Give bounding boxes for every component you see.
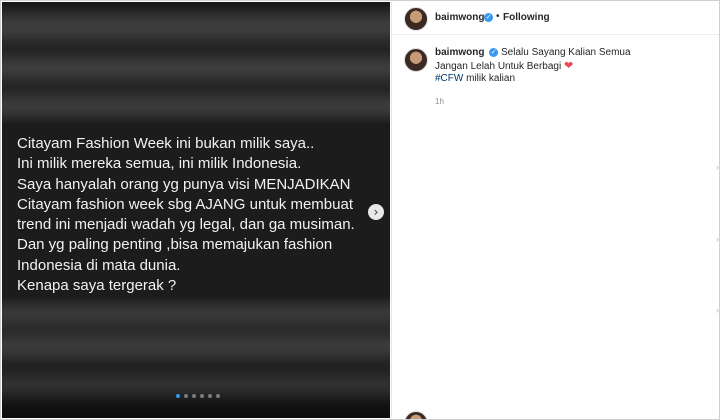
post-media[interactable]: Citayam Fashion Week ini bukan milik say… (2, 2, 390, 418)
caption-username[interactable]: baimwong (435, 47, 484, 58)
chevron-right-icon[interactable]: › (716, 162, 719, 172)
instagram-post-window: Citayam Fashion Week ini bukan milik say… (0, 0, 720, 420)
verified-badge-icon: ✓ (489, 47, 499, 57)
media-text-line: Kenapa saya tergerak ? (17, 277, 177, 295)
author-username[interactable]: baimwong (435, 12, 484, 23)
caption-line-2: Jangan Lelah Untuk Berbagi (435, 60, 562, 72)
media-text: Citayam Fashion Week ini bukan milik say… (17, 134, 387, 296)
media-text-line: Indonesia di mata dunia. (17, 256, 181, 274)
hashtag-link[interactable]: #CFW (435, 73, 463, 84)
carousel-dot (192, 394, 196, 398)
carousel-dot (208, 394, 212, 398)
blurred-area (2, 94, 390, 118)
blurred-area (2, 374, 390, 394)
next-slide-button[interactable]: › (368, 204, 384, 220)
chevron-right-icon[interactable]: › (716, 234, 719, 244)
blurred-area (2, 302, 390, 326)
media-text-line: trend ini menjadi wadah yg legal, dan ga… (17, 216, 355, 234)
blurred-area (2, 12, 390, 42)
caption-avatar[interactable] (404, 48, 428, 72)
media-text-line: Saya hanyalah orang yg punya visi MENJAD… (17, 175, 351, 193)
carousel-dot (184, 394, 188, 398)
commenter-avatar[interactable] (404, 411, 428, 419)
carousel-indicator (176, 394, 220, 398)
carousel-dot (216, 394, 220, 398)
media-text-line: Citayam Fashion Week ini bukan milik say… (17, 135, 315, 152)
media-text-line: Ini milik mereka semua, ini milik Indone… (17, 155, 302, 173)
post-sidebar: baimwong ✓ • Following baimwong ✓ Selalu… (391, 2, 719, 419)
caption-text: baimwong ✓ Selalu Sayang Kalian Semua Ja… (435, 47, 710, 86)
caption-line-3: milik kalian (463, 73, 516, 84)
blurred-area (2, 336, 390, 358)
media-text-line: Dan yg paling penting ,bisa memajukan fa… (17, 236, 333, 254)
media-text-line: Citayam fashion week sbg AJANG untuk mem… (17, 195, 353, 213)
carousel-dot (200, 394, 204, 398)
separator-dot: • (496, 11, 500, 22)
post-header: baimwong ✓ • Following (392, 2, 719, 35)
heart-icon: ❤ (563, 58, 574, 72)
chevron-right-icon[interactable]: › (716, 305, 719, 315)
post-timestamp[interactable]: 1h (435, 97, 444, 106)
carousel-dot (176, 394, 180, 398)
author-avatar[interactable] (404, 7, 428, 31)
following-button[interactable]: Following (503, 12, 550, 23)
caption-line-1: Selalu Sayang Kalian Semua (501, 47, 631, 58)
blurred-area (2, 57, 390, 79)
verified-badge-icon: ✓ (484, 13, 493, 22)
